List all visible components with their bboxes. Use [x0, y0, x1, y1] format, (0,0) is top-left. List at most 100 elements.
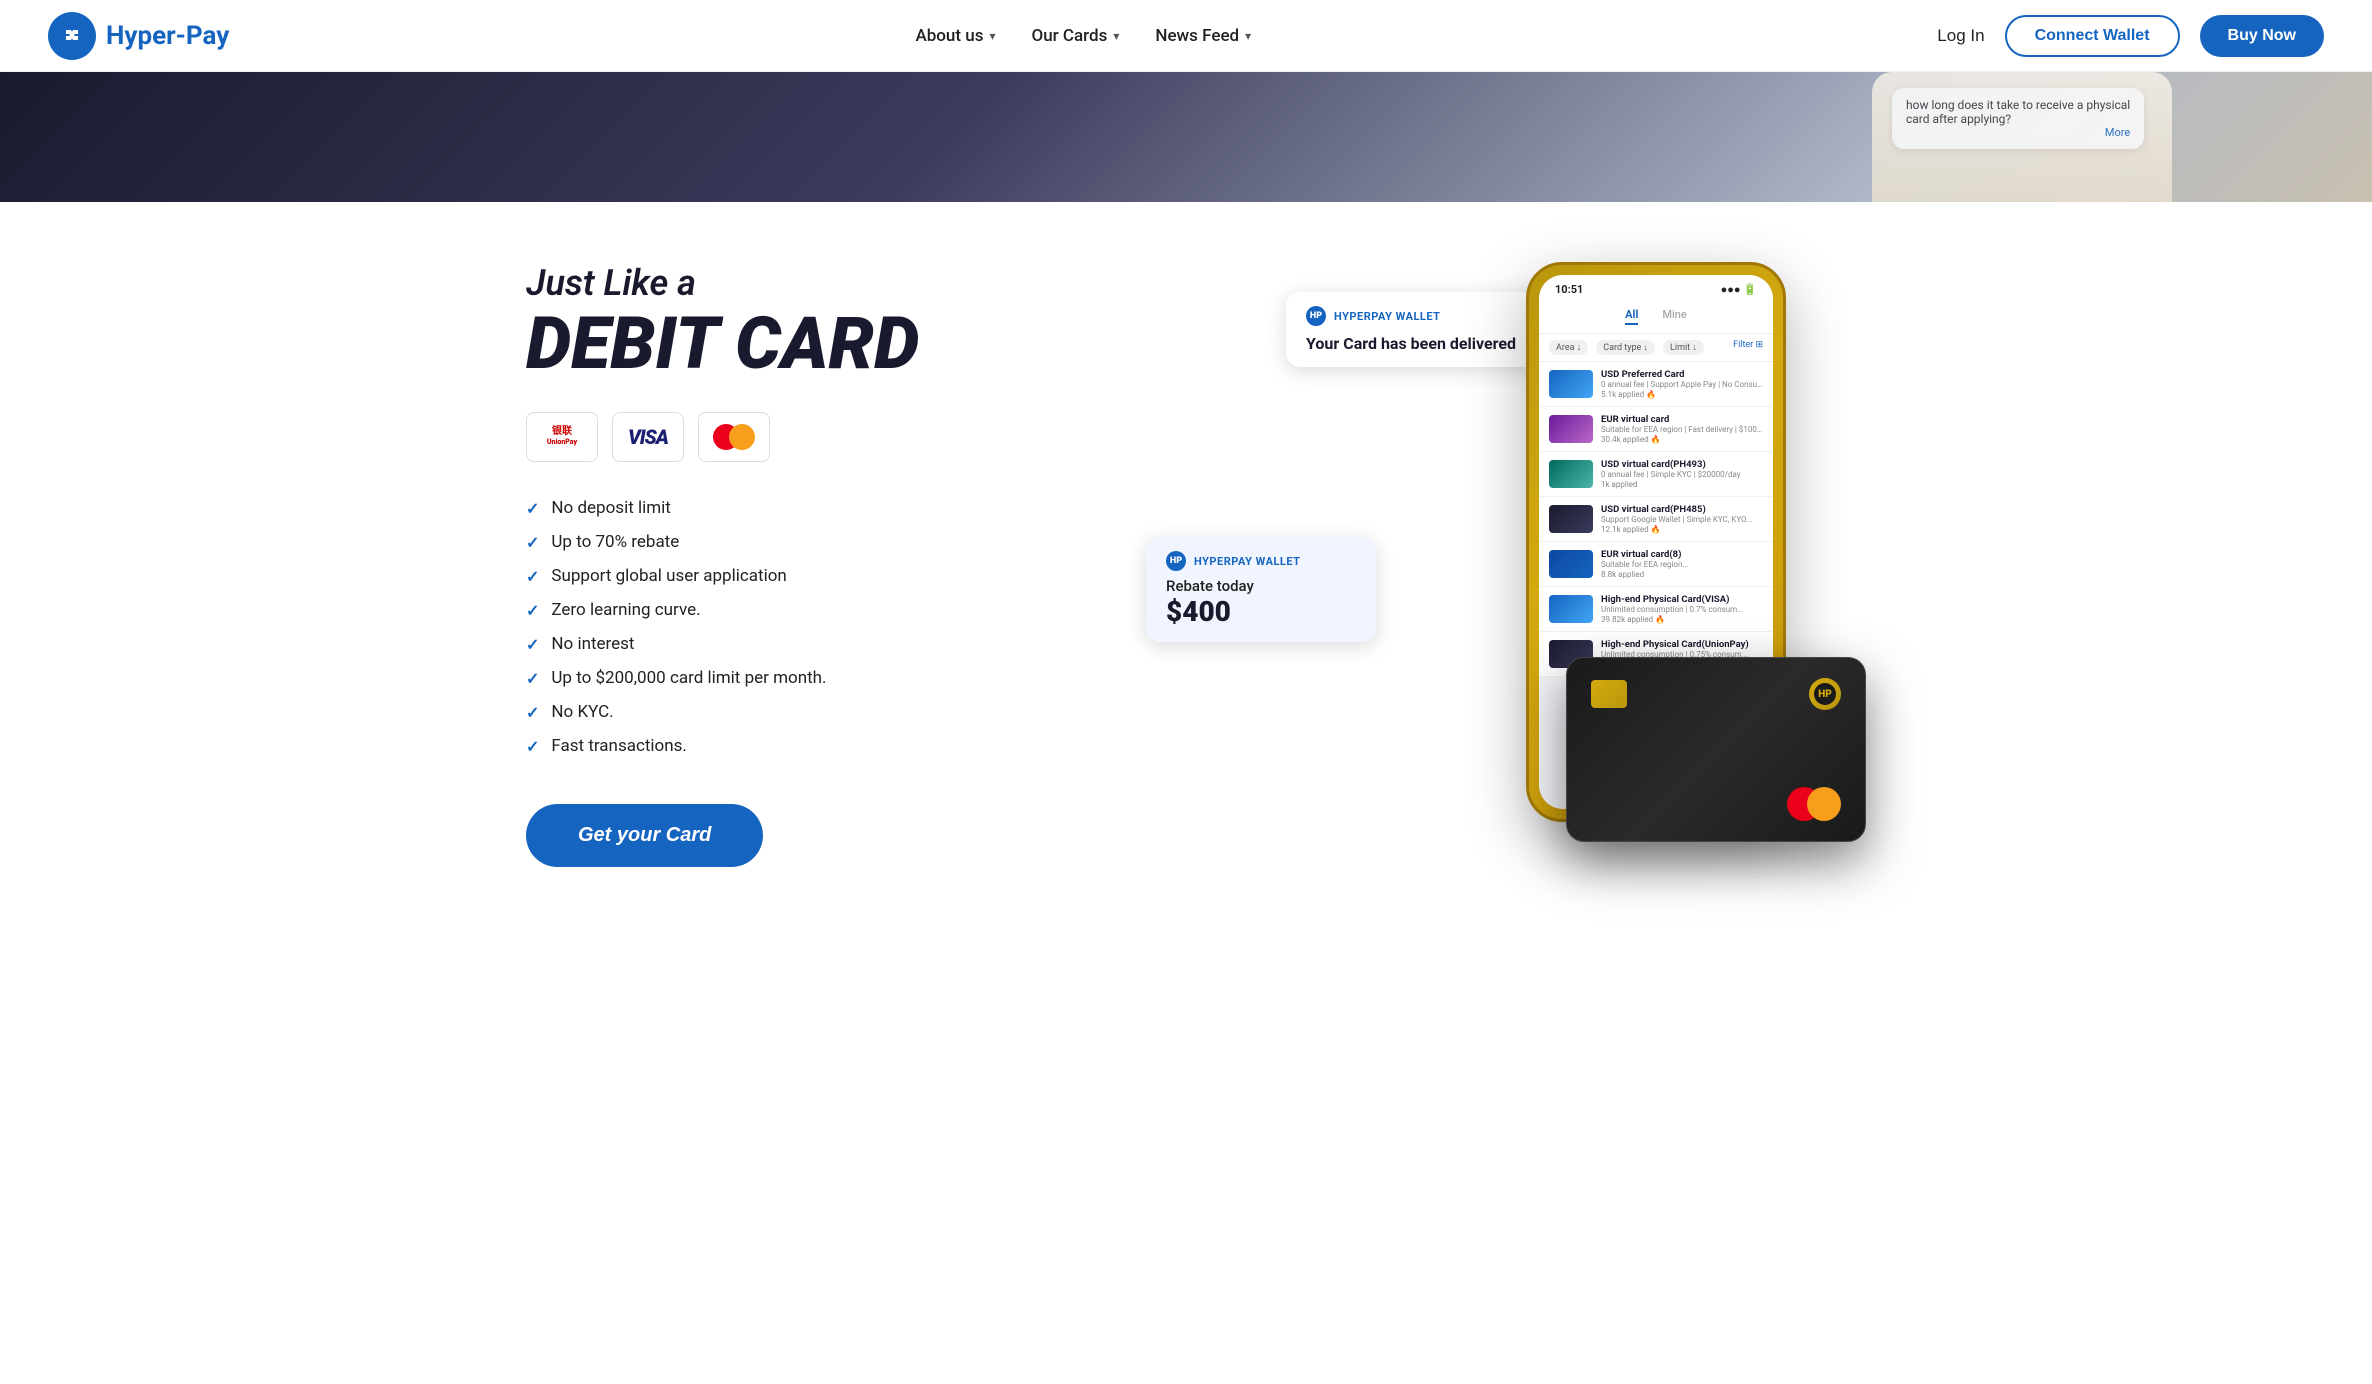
- list-item: ✓ Support global user application: [526, 566, 1046, 586]
- card-name: EUR virtual card: [1601, 414, 1763, 425]
- card-thumbnail: [1549, 370, 1593, 398]
- chevron-down-icon: ▾: [1113, 29, 1119, 43]
- unionpay-logo: 银联 UnionPay: [526, 412, 598, 462]
- logo[interactable]: Hyper‑Pay: [48, 12, 229, 60]
- card-desc: Suitable for EEA region...: [1601, 560, 1763, 569]
- nav-cards[interactable]: Our Cards ▾: [1032, 26, 1120, 46]
- login-button[interactable]: Log In: [1937, 26, 1984, 46]
- card-thumbnail: [1549, 595, 1593, 623]
- right-section: HP HYPERPAY WALLET Your Card has been de…: [1086, 262, 1846, 862]
- wallet-icon: HP: [1306, 306, 1326, 326]
- mastercard-logo: [698, 412, 770, 462]
- wallet-notification-rebate: HP HYPERPAY WALLET Rebate today $400: [1146, 537, 1376, 642]
- card-desc: Support Google Wallet | Simple KYC, KYO.…: [1601, 515, 1763, 524]
- notif-brand: HYPERPAY WALLET: [1334, 310, 1440, 323]
- list-item: ✓ Fast transactions.: [526, 736, 1046, 756]
- card-name: USD Preferred Card: [1601, 369, 1763, 380]
- card-applied: 30.4k applied 🔥: [1601, 435, 1763, 444]
- buy-now-button[interactable]: Buy Now: [2200, 15, 2324, 57]
- phone-tabs: All Mine: [1539, 300, 1773, 334]
- check-icon: ✓: [526, 635, 539, 654]
- list-item[interactable]: USD virtual card(PH493) 0 annual fee | S…: [1539, 452, 1773, 497]
- filter-limit[interactable]: Limit ↓: [1663, 340, 1704, 355]
- visa-logo: VISA: [612, 412, 684, 462]
- list-item: ✓ No deposit limit: [526, 498, 1046, 518]
- chip-icon: [1591, 680, 1627, 708]
- list-item: ✓ No interest: [526, 634, 1046, 654]
- card-thumbnail: [1549, 505, 1593, 533]
- card-thumbnail: [1549, 550, 1593, 578]
- card-desc: 0 annual fee | Support Apple Pay | No Co…: [1601, 380, 1763, 389]
- phone-status-bar: 10:51 ●●● 🔋: [1539, 275, 1773, 300]
- card-applied: 1k applied: [1601, 480, 1763, 489]
- filter-btn[interactable]: Filter ⊞: [1733, 340, 1763, 355]
- nav-actions: Log In Connect Wallet Buy Now: [1937, 15, 2324, 57]
- connect-wallet-button[interactable]: Connect Wallet: [2005, 15, 2180, 57]
- card-applied: 8.8k applied: [1601, 570, 1763, 579]
- hp-card-logo: HP: [1809, 678, 1841, 710]
- feature-list: ✓ No deposit limit ✓ Up to 70% rebate ✓ …: [526, 498, 1046, 756]
- check-icon: ✓: [526, 567, 539, 586]
- mc-orange-circle: [729, 424, 755, 450]
- rebate-label: Rebate today: [1166, 577, 1356, 595]
- left-section: Just Like a DEBIT CARD 银联 UnionPay VISA: [526, 262, 1046, 867]
- navbar: Hyper‑Pay About us ▾ Our Cards ▾ News Fe…: [0, 0, 2372, 72]
- wallet-notification-delivered: HP HYPERPAY WALLET Your Card has been de…: [1286, 292, 1546, 367]
- chevron-down-icon: ▾: [989, 29, 995, 43]
- card-info: EUR virtual card(8) Suitable for EEA reg…: [1601, 549, 1763, 579]
- wallet-rebate-icon: HP: [1166, 551, 1186, 571]
- card-applied: 12.1k applied 🔥: [1601, 525, 1763, 534]
- headline-main: DEBIT CARD: [526, 308, 1046, 380]
- nav-about[interactable]: About us ▾: [915, 26, 995, 46]
- check-icon: ✓: [526, 669, 539, 688]
- list-item[interactable]: USD Preferred Card 0 annual fee | Suppor…: [1539, 362, 1773, 407]
- phone-card-list: USD Preferred Card 0 annual fee | Suppor…: [1539, 362, 1773, 677]
- hero-overlay: how long does it take to receive a physi…: [1872, 72, 2172, 202]
- check-icon: ✓: [526, 601, 539, 620]
- main-content: Just Like a DEBIT CARD 银联 UnionPay VISA: [466, 202, 1906, 947]
- card-name: High-end Physical Card(UnionPay): [1601, 639, 1763, 650]
- physical-card: HP: [1566, 657, 1866, 842]
- card-thumbnail: [1549, 415, 1593, 443]
- list-item: ✓ Zero learning curve.: [526, 600, 1046, 620]
- chevron-down-icon: ▾: [1245, 29, 1251, 43]
- card-info: USD virtual card(PH493) 0 annual fee | S…: [1601, 459, 1763, 489]
- list-item: ✓ No KYC.: [526, 702, 1046, 722]
- list-item[interactable]: High-end Physical Card(VISA) Unlimited c…: [1539, 587, 1773, 632]
- card-desc: 0 annual fee | Simple KYC | $20000/day: [1601, 470, 1763, 479]
- logo-text: Hyper‑Pay: [106, 21, 229, 51]
- rebate-brand: HYPERPAY WALLET: [1194, 555, 1300, 568]
- phone-tab-all[interactable]: All: [1625, 308, 1638, 325]
- list-item[interactable]: EUR virtual card Suitable for EEA region…: [1539, 407, 1773, 452]
- card-desc: Unlimited consumption | 0.7% consum...: [1601, 605, 1763, 614]
- notif-message: Your Card has been delivered: [1306, 334, 1526, 353]
- phone-filters: Area ↓ Card type ↓ Limit ↓ Filter ⊞: [1539, 334, 1773, 362]
- check-icon: ✓: [526, 499, 539, 518]
- card-info: EUR virtual card Suitable for EEA region…: [1601, 414, 1763, 444]
- mc-orange-circle: [1807, 787, 1841, 821]
- rebate-notif-header: HP HYPERPAY WALLET: [1166, 551, 1356, 571]
- card-brand-row: [1591, 787, 1841, 821]
- rebate-amount: $400: [1166, 595, 1356, 628]
- card-chip-row: HP: [1591, 678, 1841, 710]
- card-name: USD virtual card(PH485): [1601, 504, 1763, 515]
- card-name: USD virtual card(PH493): [1601, 459, 1763, 470]
- phone-tab-mine[interactable]: Mine: [1662, 308, 1686, 325]
- nav-news[interactable]: News Feed ▾: [1155, 26, 1251, 46]
- notif-header: HP HYPERPAY WALLET: [1306, 306, 1526, 326]
- card-thumbnail: [1549, 460, 1593, 488]
- card-info: High-end Physical Card(VISA) Unlimited c…: [1601, 594, 1763, 624]
- check-icon: ✓: [526, 533, 539, 552]
- get-card-button[interactable]: Get your Card: [526, 804, 763, 867]
- filter-card-type[interactable]: Card type ↓: [1596, 340, 1655, 355]
- list-item[interactable]: EUR virtual card(8) Suitable for EEA reg…: [1539, 542, 1773, 587]
- card-name: EUR virtual card(8): [1601, 549, 1763, 560]
- card-applied: 39.82k applied 🔥: [1601, 615, 1763, 624]
- filter-area[interactable]: Area ↓: [1549, 340, 1588, 355]
- card-info: USD Preferred Card 0 annual fee | Suppor…: [1601, 369, 1763, 399]
- list-item[interactable]: USD virtual card(PH485) Support Google W…: [1539, 497, 1773, 542]
- nav-links: About us ▾ Our Cards ▾ News Feed ▾: [915, 26, 1251, 46]
- hero-banner: how long does it take to receive a physi…: [0, 72, 2372, 202]
- card-applied: 5.1k applied 🔥: [1601, 390, 1763, 399]
- chat-bubble: how long does it take to receive a physi…: [1892, 88, 2144, 149]
